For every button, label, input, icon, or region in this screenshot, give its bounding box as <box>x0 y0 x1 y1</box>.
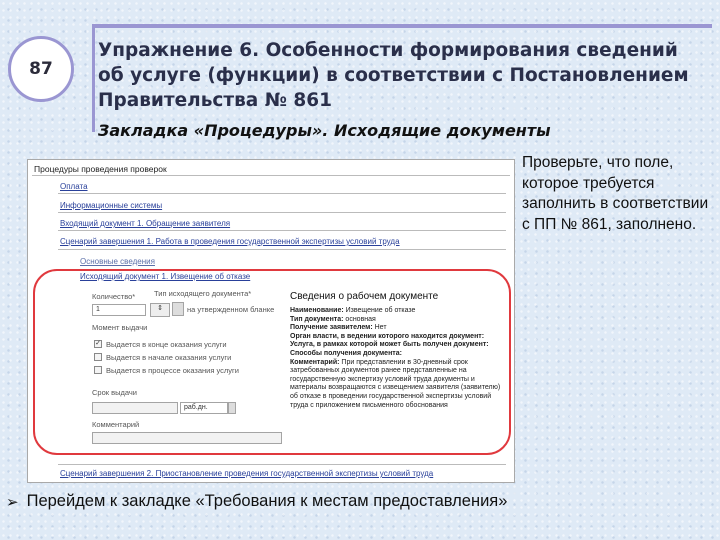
chevron-down-icon[interactable] <box>228 402 236 414</box>
checkbox-start-label: Выдается в начале оказания услуги <box>106 353 232 362</box>
next-step-bullet: ➢ Перейдем к закладке «Требования к мест… <box>6 492 716 511</box>
next-step-text: Перейдем к закладке «Требования к местам… <box>26 492 508 510</box>
doc-type-label: Тип исходящего документа* <box>154 289 252 298</box>
info-line: Получение заявителем: Нет <box>290 324 387 332</box>
nav-link-info-systems[interactable]: Информационные системы <box>60 201 162 210</box>
term-label: Срок выдачи <box>92 388 137 397</box>
arrow-bullet-icon: ➢ <box>6 493 19 511</box>
qty-stepper[interactable]: ⇕ <box>150 303 170 317</box>
nav-link-scenario-1[interactable]: Сценарий завершения 1. Работа в проведен… <box>60 237 400 246</box>
section-basic-info[interactable]: Основные сведения <box>80 257 155 266</box>
checkbox-process[interactable] <box>94 366 102 374</box>
header-divider <box>32 175 510 176</box>
nav-link-incoming-doc[interactable]: Входящий документ 1. Обращение заявителя <box>60 219 230 228</box>
checkbox-start[interactable] <box>94 353 102 361</box>
doc-type-select[interactable] <box>172 302 184 316</box>
top-rule <box>92 24 712 28</box>
doc-info-title: Сведения о рабочем документе <box>290 291 439 302</box>
doc-type-value: на утвержденном бланке <box>187 305 275 314</box>
left-rule <box>92 24 95 132</box>
doc-info-panel: Сведения о рабочем документе Наименовани… <box>290 291 505 410</box>
info-line: Услуга, в рамках которой может быть полу… <box>290 341 489 349</box>
comment-label: Комментарий <box>92 420 140 429</box>
issue-moment-label: Момент выдачи <box>92 323 148 332</box>
comment-input[interactable] <box>92 432 282 444</box>
nav-link-scenario-2[interactable]: Сценарий завершения 2. Приостановление п… <box>60 469 433 478</box>
slide-subtitle: Закладка «Процедуры». Исходящие документ… <box>98 121 551 140</box>
checkbox-process-label: Выдается в процессе оказания услуги <box>106 366 239 375</box>
screenshot-panel: Процедуры проведения проверок Оплата Инф… <box>27 159 515 483</box>
info-line: Тип документа: основная <box>290 315 376 323</box>
slide-title: Упражнение 6. Особенности формирования с… <box>98 40 689 111</box>
term-input[interactable] <box>92 402 178 414</box>
instruction-text: Проверьте, что поле, которое требуется з… <box>522 154 709 233</box>
term-unit-select[interactable]: раб.дн. <box>180 402 228 414</box>
info-line: Способы получения документа: <box>290 349 402 357</box>
info-line: Наименование: Извещение об отказе <box>290 307 416 314</box>
qty-label: Количество* <box>92 292 136 301</box>
procedures-header: Процедуры проведения проверок <box>34 164 167 174</box>
checkbox-end[interactable]: ✓ <box>94 340 102 348</box>
nav-link-payment[interactable]: Оплата <box>60 182 88 191</box>
qty-input[interactable]: 1 <box>92 304 146 316</box>
slide-number: 87 <box>8 36 74 102</box>
checkbox-end-label: Выдается в конце оказания услуги <box>106 340 227 349</box>
info-line: Комментарий: При представлении в 30-днев… <box>290 358 501 409</box>
